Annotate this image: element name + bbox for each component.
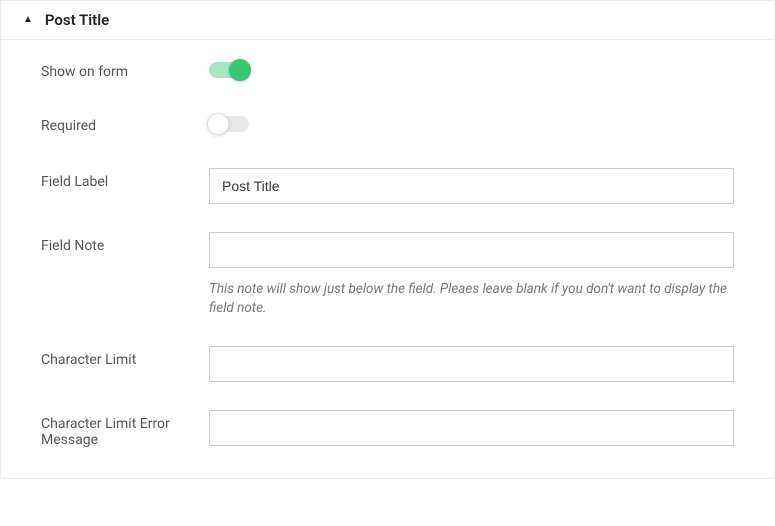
input-character-limit[interactable] [209, 346, 734, 382]
collapse-icon: ▲ [23, 15, 33, 25]
help-field-note: This note will show just below the field… [209, 280, 734, 318]
panel-title: Post Title [45, 11, 109, 29]
input-field-note[interactable] [209, 232, 734, 268]
row-field-note: Field Note This note will show just belo… [41, 232, 734, 318]
row-field-label: Field Label [41, 168, 734, 204]
label-field-note: Field Note [41, 232, 209, 254]
row-character-limit: Character Limit [41, 346, 734, 382]
toggle-required[interactable] [209, 114, 249, 134]
panel-body: Show on form Required Field Label [1, 40, 774, 478]
label-required: Required [41, 118, 209, 134]
label-show-on-form: Show on form [41, 64, 209, 80]
toggle-knob [207, 113, 229, 135]
toggle-knob [229, 59, 251, 81]
row-character-limit-error: Character Limit Error Message [41, 410, 734, 448]
row-show-on-form: Show on form [41, 60, 734, 84]
label-character-limit: Character Limit [41, 346, 209, 368]
toggle-show-on-form[interactable] [209, 60, 249, 80]
row-required: Required [41, 114, 734, 138]
input-character-limit-error[interactable] [209, 410, 734, 446]
panel-header[interactable]: ▲ Post Title [1, 1, 774, 40]
settings-panel: ▲ Post Title Show on form Required F [0, 0, 775, 479]
input-field-label[interactable] [209, 168, 734, 204]
label-field-label: Field Label [41, 168, 209, 190]
label-character-limit-error: Character Limit Error Message [41, 410, 209, 448]
